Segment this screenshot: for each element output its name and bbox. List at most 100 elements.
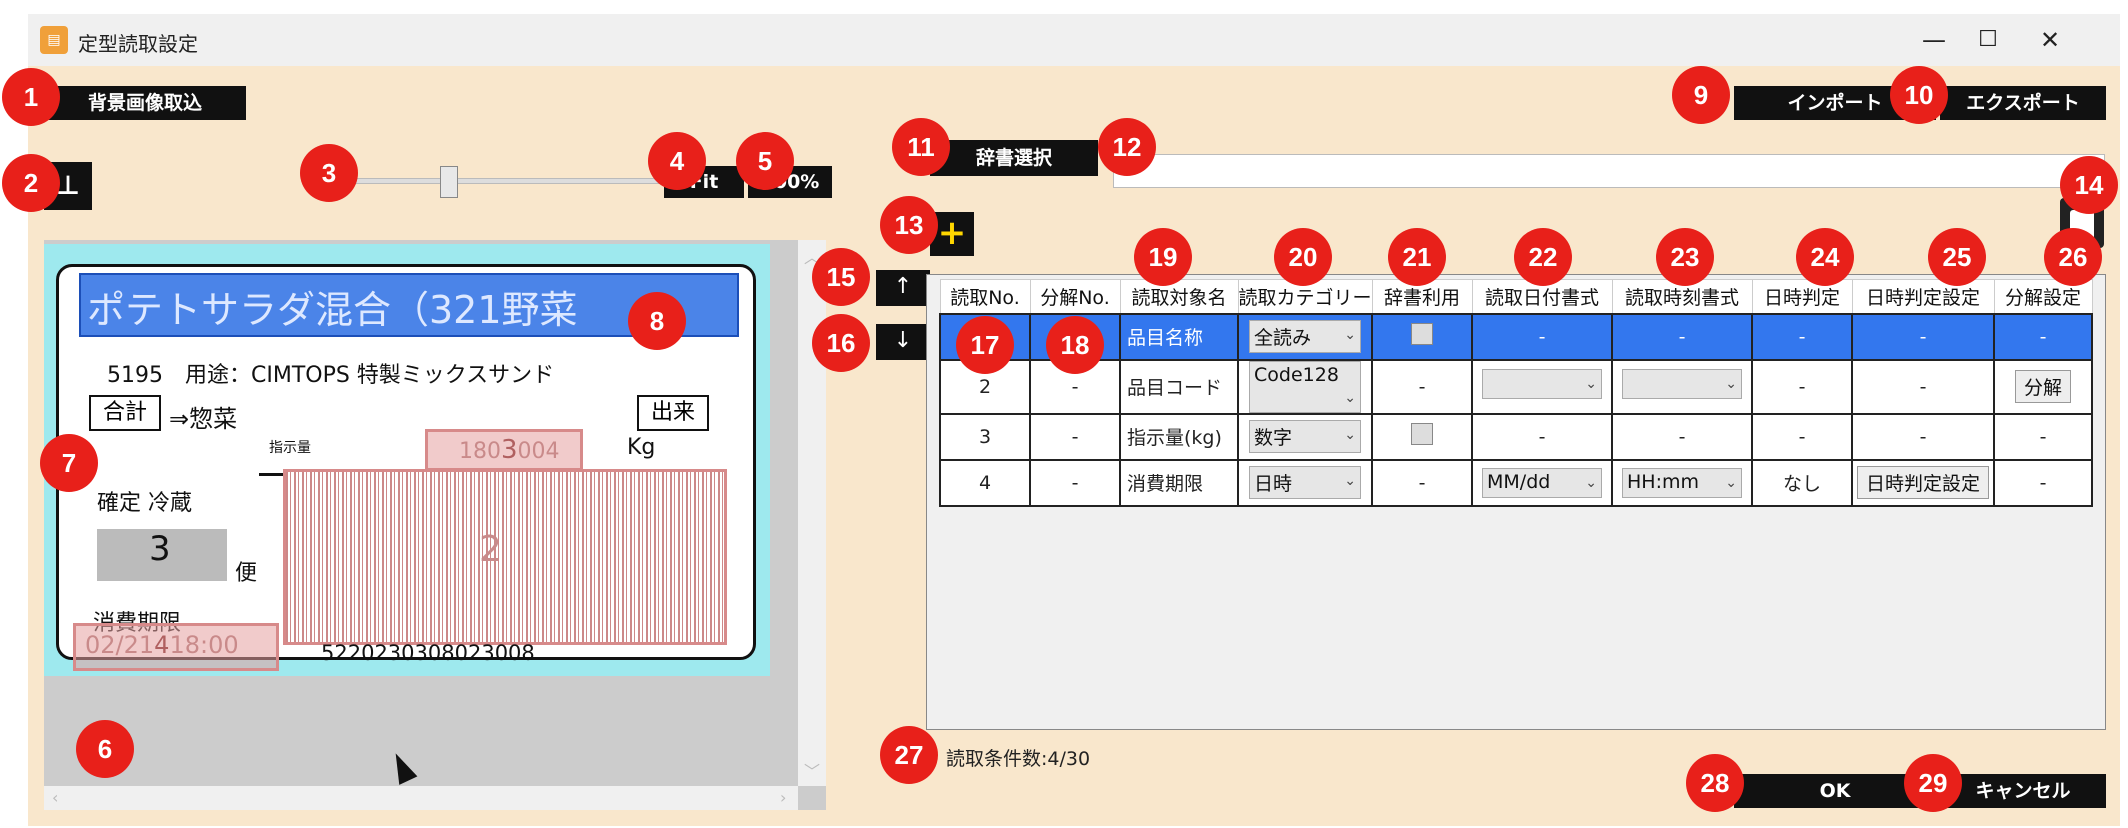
- cell-judge-set[interactable]: -: [1851, 312, 1996, 361]
- cell-category[interactable]: 日時 ⌄: [1236, 458, 1374, 507]
- cell-split[interactable]: -: [1993, 458, 2094, 507]
- col-header[interactable]: 日時判定: [1751, 279, 1853, 314]
- dict-checkbox[interactable]: [1411, 423, 1434, 445]
- bg-image-import-button[interactable]: 背景画像取込: [44, 86, 246, 120]
- annotation-badge: 6: [76, 720, 134, 778]
- zoom-slider-thumb[interactable]: [440, 166, 458, 198]
- annotation-badge: 29: [1904, 754, 1962, 812]
- table-row[interactable]: 3 - 指示量(kg) 数字 ⌄ - - - - -: [939, 412, 2094, 461]
- export-button[interactable]: エクスポート: [1940, 86, 2106, 120]
- cell-time[interactable]: -: [1611, 412, 1754, 461]
- cell-dict[interactable]: -: [1371, 458, 1474, 507]
- cell-date[interactable]: -: [1471, 412, 1614, 461]
- col-header[interactable]: 読取対象名: [1119, 279, 1239, 314]
- cell-judge[interactable]: -: [1751, 312, 1854, 361]
- annotation-badge: 15: [812, 248, 870, 306]
- date-format-select[interactable]: MM/dd: [1487, 471, 1550, 493]
- unit-text: Kg: [627, 435, 656, 460]
- split-button[interactable]: 分解: [2015, 370, 2072, 403]
- chevron-down-icon: ⌄: [1344, 473, 1356, 489]
- category-select[interactable]: Code128: [1254, 364, 1339, 386]
- cell-name[interactable]: 指示量(kg): [1119, 412, 1239, 461]
- cell-judge[interactable]: -: [1751, 412, 1854, 461]
- bin-label: 便: [235, 561, 258, 586]
- cell-judge-set[interactable]: 日時判定設定: [1851, 458, 1996, 507]
- cell-name[interactable]: 品目名称: [1119, 312, 1239, 361]
- barcode-image[interactable]: [283, 469, 727, 645]
- weight-overlay-number: 3: [501, 435, 518, 465]
- maximize-button[interactable]: ☐: [1966, 22, 2010, 58]
- datetime-judge-settings-button[interactable]: 日時判定設定: [1857, 466, 1990, 499]
- label-preview-pane[interactable]: ポテトサラダ混合（321野菜 5195 用途：CIMTOPS 特製ミックスサンド…: [44, 240, 826, 810]
- cell-date[interactable]: MM/dd ⌄: [1471, 458, 1614, 507]
- annotation-badge: 4: [648, 132, 706, 190]
- col-header[interactable]: 日時判定設定: [1851, 279, 1995, 314]
- cell-split[interactable]: 分解: [1993, 358, 2094, 415]
- product-name-text: ポテトサラダ混合（321野菜: [87, 288, 578, 332]
- cell-name[interactable]: 品目コード: [1119, 358, 1239, 415]
- usage-text: 5195 用途：CIMTOPS 特製ミックスサンド: [107, 363, 555, 388]
- table-row[interactable]: 2 - 品目コード Code128 ⌄ - ⌄ ⌄ - - 分解: [939, 358, 2094, 415]
- dict-checkbox[interactable]: [1411, 323, 1434, 345]
- annotation-badge: 22: [1514, 228, 1572, 286]
- chevron-down-icon: ⌄: [1725, 474, 1738, 491]
- dekiru-box: 出来: [637, 395, 709, 431]
- cell-judge-set[interactable]: -: [1851, 358, 1996, 415]
- cell-time[interactable]: HH:mm ⌄: [1611, 458, 1754, 507]
- cell-judge-set[interactable]: -: [1851, 412, 1996, 461]
- dictionary-path-field[interactable]: [1113, 154, 2105, 188]
- cell-category[interactable]: 全読み ⌄: [1236, 312, 1374, 361]
- dialog-window: ▤ 定型読取設定 — ☐ ✕ 背景画像取込 ⊥ Fit 100% ポテトサラダ混…: [2, 14, 2120, 826]
- move-up-button[interactable]: ↑: [876, 270, 930, 306]
- annotation-badge: 21: [1388, 228, 1446, 286]
- table-row[interactable]: 1 - 品目名称 全読み⌄ - - - - -: [939, 312, 2094, 361]
- cell-bunkai[interactable]: -: [1029, 458, 1121, 507]
- annotation-badge: 23: [1656, 228, 1714, 286]
- annotation-badge: 2: [2, 154, 60, 212]
- cell-judge[interactable]: -: [1751, 358, 1854, 415]
- annotation-badge: 18: [1046, 316, 1104, 374]
- annotation-badge: 24: [1796, 228, 1854, 286]
- cell-category[interactable]: 数字 ⌄: [1236, 412, 1374, 461]
- cell-split[interactable]: -: [1993, 312, 2094, 361]
- table-row[interactable]: 4 - 消費期限 日時 ⌄ - MM/dd ⌄ HH:mm ⌄ なし 日時判定設定 -: [939, 458, 2094, 507]
- cell-date[interactable]: -: [1471, 312, 1614, 361]
- cell-dict[interactable]: [1371, 412, 1474, 461]
- confirm-text: 確定 冷蔵: [97, 491, 192, 516]
- annotation-badge: 20: [1274, 228, 1332, 286]
- category-select[interactable]: 数字: [1254, 427, 1292, 449]
- chevron-down-icon: ⌄: [1344, 427, 1356, 443]
- move-down-button[interactable]: ↓: [876, 324, 930, 360]
- instruction-label: 指示量: [269, 440, 311, 456]
- annotation-badge: 1: [2, 68, 60, 126]
- cell-dict[interactable]: [1371, 312, 1474, 361]
- cell-time[interactable]: -: [1611, 312, 1754, 361]
- cancel-button[interactable]: キャンセル: [1940, 774, 2106, 808]
- cell-date[interactable]: ⌄: [1471, 358, 1614, 415]
- cell-name[interactable]: 消費期限: [1119, 458, 1239, 507]
- time-format-select[interactable]: HH:mm: [1627, 471, 1699, 493]
- col-header[interactable]: 読取No.: [939, 279, 1031, 314]
- cell-dict[interactable]: -: [1371, 358, 1474, 415]
- annotation-badge: 25: [1928, 228, 1986, 286]
- category-select[interactable]: 全読み: [1254, 327, 1311, 349]
- category-text: ⇒惣菜: [169, 405, 238, 433]
- close-button[interactable]: ✕: [2028, 22, 2072, 58]
- preview-horizontal-scrollbar[interactable]: ‹ ›: [44, 786, 798, 810]
- cell-time[interactable]: ⌄: [1611, 358, 1754, 415]
- expiry-value: 02/21: [85, 631, 155, 659]
- minimize-button[interactable]: —: [1912, 22, 1956, 58]
- cell-bunkai[interactable]: -: [1029, 412, 1121, 461]
- annotation-badge: 16: [812, 314, 870, 372]
- cell-no[interactable]: 4: [939, 458, 1031, 507]
- cell-no[interactable]: 3: [939, 412, 1031, 461]
- cell-judge[interactable]: なし: [1751, 458, 1854, 507]
- annotation-badge: 8: [628, 292, 686, 350]
- cell-category[interactable]: Code128 ⌄: [1236, 358, 1374, 415]
- zoom-slider-track[interactable]: [330, 178, 678, 184]
- cell-split[interactable]: -: [1993, 412, 2094, 461]
- annotation-badge: 5: [736, 132, 794, 190]
- col-header[interactable]: 分解No.: [1029, 279, 1121, 314]
- category-select[interactable]: 日時: [1254, 473, 1292, 495]
- dictionary-select-button[interactable]: 辞書選択: [930, 140, 1098, 176]
